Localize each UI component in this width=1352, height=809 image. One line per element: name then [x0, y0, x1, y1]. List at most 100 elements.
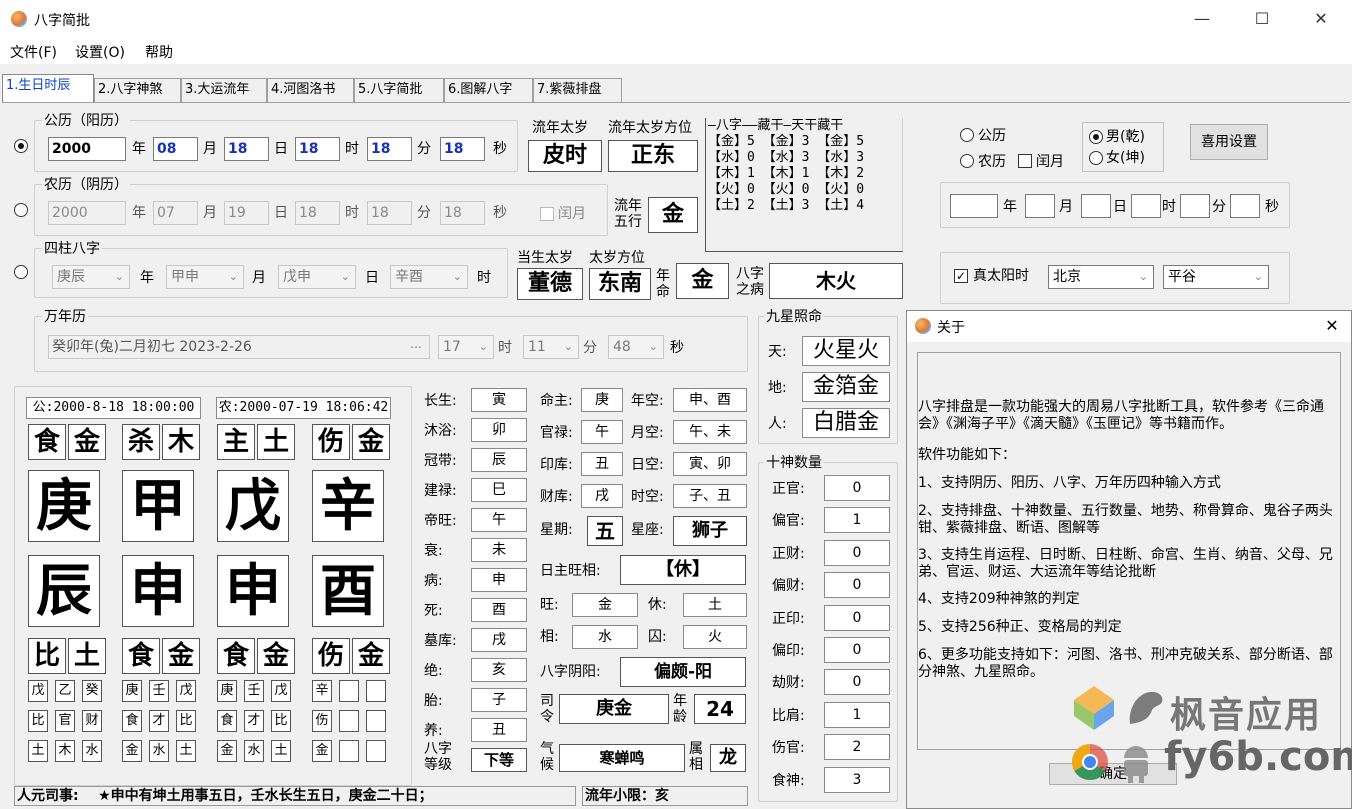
- bottom-god-0: 比: [28, 638, 66, 674]
- male-radio[interactable]: [1089, 130, 1103, 144]
- chevron-down-icon: ⌄: [478, 340, 488, 353]
- top-god-1: 杀: [122, 424, 160, 460]
- right-hour-input[interactable]: [1131, 194, 1161, 218]
- solar-minute-input[interactable]: 18: [367, 137, 412, 161]
- solar-second-input[interactable]: 18: [440, 137, 485, 161]
- right-gongli-radio[interactable]: [960, 128, 974, 142]
- tab-hetu[interactable]: 4.河图洛书: [267, 78, 354, 102]
- solar-hour-unit: 时: [345, 141, 359, 157]
- solar-day-unit: 日: [274, 141, 288, 157]
- chevron-down-icon: ⌄: [228, 270, 238, 283]
- solar-day-input[interactable]: 18: [224, 137, 269, 161]
- kong-label-0: 年空:: [631, 393, 664, 409]
- solar-hour-input[interactable]: 18: [295, 137, 340, 161]
- tab-dayun[interactable]: 3.大运流年: [181, 78, 267, 102]
- solar-year-input[interactable]: 2000: [48, 137, 126, 161]
- sizhu-year-unit: 年: [140, 270, 154, 286]
- sizhu-radio[interactable]: [14, 265, 28, 279]
- right-day-input[interactable]: [1081, 194, 1111, 218]
- wannian-hour-select[interactable]: 17 ⌄: [438, 335, 494, 359]
- wannian-second-select[interactable]: 48 ⌄: [608, 335, 664, 359]
- right-leap-label: 闰月: [1036, 154, 1064, 170]
- lunar-year-input[interactable]: 2000: [48, 201, 126, 225]
- tab-jianpi[interactable]: 5.八字简批: [354, 78, 444, 102]
- shishen-value-5: 0: [824, 637, 890, 663]
- right-leap-checkbox[interactable]: [1018, 154, 1032, 168]
- week-value: 五: [587, 516, 623, 546]
- wangxiang-label: 日主旺相:: [540, 563, 601, 579]
- sizhu-month-select[interactable]: 甲申 ⌄: [166, 265, 244, 289]
- city-select[interactable]: 北京 ⌄: [1048, 265, 1154, 289]
- sizhu-day-select[interactable]: 戊申 ⌄: [278, 265, 356, 289]
- heavenly-stem-2: 戊: [217, 470, 289, 542]
- menu-file[interactable]: 文件(F): [10, 42, 57, 62]
- solar-radio[interactable]: [14, 139, 28, 153]
- about-para-7: 5、支持256种正、变格局的判定: [918, 619, 1122, 635]
- shishen-label-8: 伤官:: [772, 740, 805, 757]
- hidden-stem-0-1: 乙: [55, 680, 75, 702]
- lunar-minute-input[interactable]: 18: [367, 201, 412, 225]
- renyuan-status: 人元司事: ★申中有坤土用事五日，壬水长生五日，庚金二十日；: [14, 786, 576, 806]
- maximize-icon[interactable]: ☐: [1239, 0, 1285, 38]
- district-select[interactable]: 平谷 ⌄: [1163, 265, 1269, 289]
- shishen-value-6: 0: [824, 669, 890, 696]
- lunar-leap-checkbox[interactable]: [540, 207, 554, 221]
- lunar-day-input[interactable]: 19: [224, 201, 269, 225]
- chart-nongli-date: 农:2000-07-19 18:06:42: [216, 397, 391, 419]
- jiuxing-ren-label: 人:: [768, 416, 787, 432]
- tab-tujie[interactable]: 6.图解八字: [444, 78, 533, 102]
- close-icon[interactable]: ✕: [1298, 0, 1344, 38]
- hidden-element-2-2: 土: [271, 740, 291, 762]
- changsheng-value-0: 寅: [471, 388, 527, 412]
- wannian-second-value: 48: [613, 339, 631, 355]
- lunar-second-unit: 秒: [493, 205, 507, 221]
- wannian-minute-unit: 分: [583, 340, 597, 356]
- sizhu-year-select[interactable]: 庚辰 ⌄: [52, 265, 130, 289]
- wannian-input[interactable]: 癸卯年(兔)二月初七 2023-2-26: [48, 335, 430, 359]
- solar-month-input[interactable]: 08: [153, 137, 198, 161]
- jiuxing-di-label: 地:: [768, 380, 787, 396]
- about-title: 关于: [937, 320, 965, 336]
- solar-year-unit: 年: [132, 141, 146, 157]
- tab-birthday[interactable]: 1.生日时辰: [2, 74, 94, 103]
- shishen-label-5: 偏印:: [772, 643, 805, 659]
- close-icon[interactable]: ✕: [1319, 314, 1345, 338]
- right-minute-input[interactable]: [1180, 194, 1210, 218]
- hidden-element-2-1: 水: [244, 740, 264, 762]
- right-year-input[interactable]: [950, 194, 998, 218]
- lunar-second-input[interactable]: 18: [440, 201, 485, 225]
- wuxing-row-wood: 【木】1 【木】1 【木】2: [708, 166, 865, 181]
- lunar-hour-input[interactable]: 18: [295, 201, 340, 225]
- menu-help[interactable]: 帮助: [145, 42, 173, 62]
- lunar-radio[interactable]: [14, 203, 28, 217]
- kong-value-3: 子、丑: [673, 484, 747, 508]
- dangsheng-fangwei-value: 东南: [589, 268, 651, 300]
- minimize-icon[interactable]: —: [1179, 0, 1225, 38]
- nianming-label-2: 命: [656, 284, 670, 300]
- wannian-minute-select[interactable]: 11 ⌄: [523, 335, 579, 359]
- title-bar: 八字简批 — ☐ ✕: [0, 0, 1352, 38]
- sizhu-hour-select[interactable]: 辛酉 ⌄: [390, 265, 468, 289]
- wannian-picker-button[interactable]: ...: [404, 337, 428, 357]
- solar-time-checkbox[interactable]: ✓: [954, 269, 968, 283]
- right-second-input[interactable]: [1230, 194, 1260, 218]
- wannian-group-label: 万年历: [42, 306, 88, 326]
- hidden-god-2-0: 食: [217, 710, 237, 732]
- xiu-value: 土: [683, 593, 747, 617]
- right-month-input[interactable]: [1025, 194, 1055, 218]
- yinyang-value: 偏颇-阳: [620, 657, 746, 687]
- xiyong-settings-button[interactable]: 喜用设置: [1190, 124, 1268, 160]
- right-nongli-radio[interactable]: [960, 154, 974, 168]
- top-element-2: 土: [257, 424, 295, 460]
- female-radio[interactable]: [1089, 151, 1103, 165]
- sizhu-hour-value: 辛酉: [395, 269, 423, 285]
- hidden-element-0-1: 木: [55, 740, 75, 762]
- menu-settings[interactable]: 设置(O): [75, 42, 125, 62]
- tab-shensha[interactable]: 2.八字神煞: [94, 78, 181, 102]
- lunar-month-input[interactable]: 07: [153, 201, 198, 225]
- qiu-value: 火: [683, 625, 747, 649]
- kong-label-2: 日空:: [631, 457, 664, 473]
- tab-ziwei[interactable]: 7.紫薇排盘: [533, 78, 622, 102]
- right-second-unit: 秒: [1265, 199, 1279, 215]
- changsheng-label-0: 长生:: [424, 393, 457, 409]
